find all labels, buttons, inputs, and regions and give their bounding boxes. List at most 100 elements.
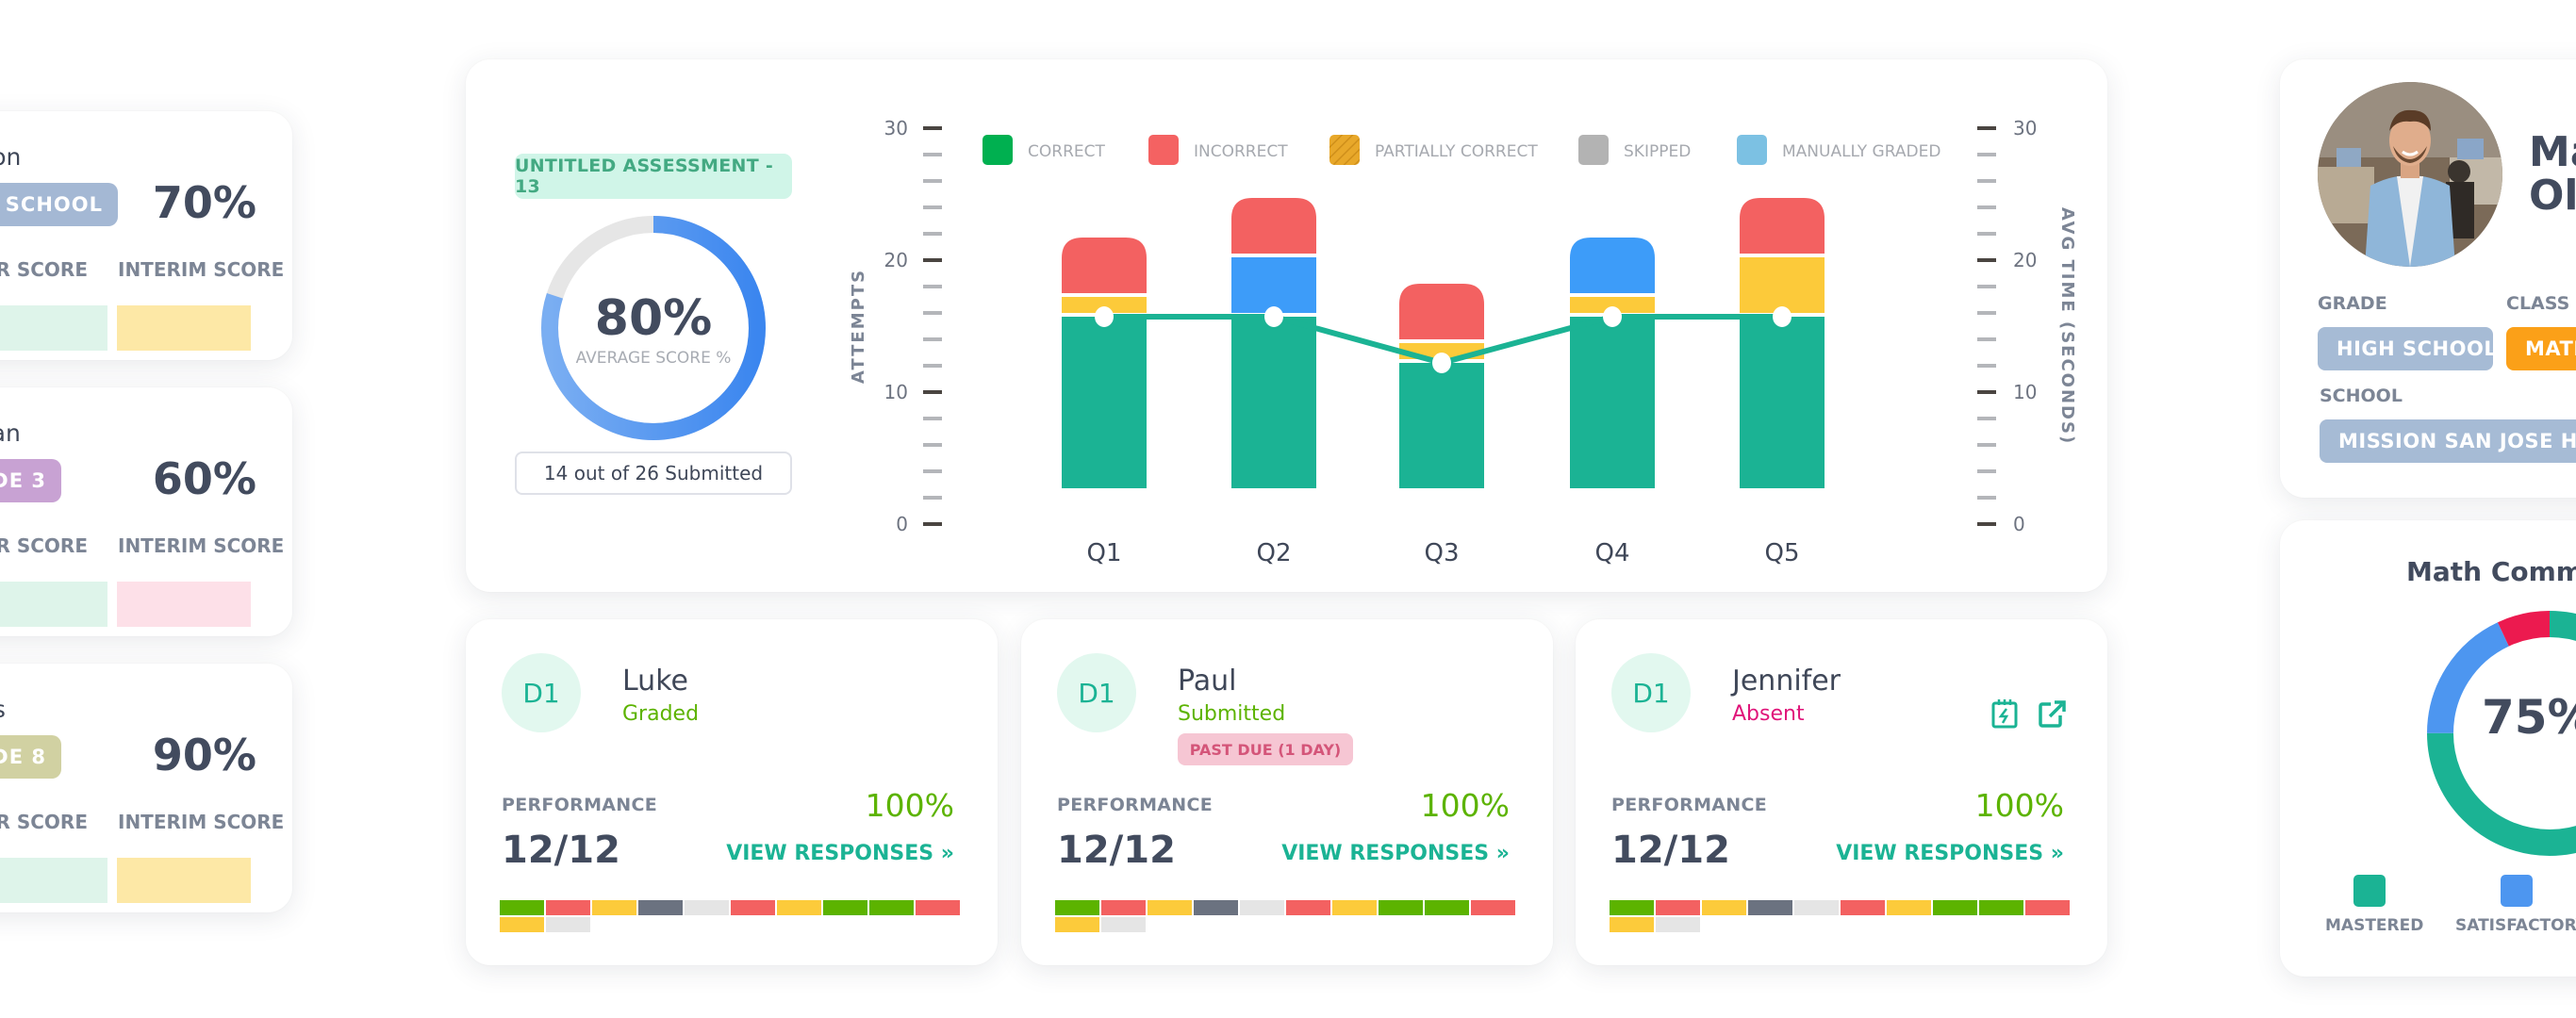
response-cell-partial[interactable] [777,900,821,915]
year-score-swatch [0,858,107,903]
year-score-label: AR SCORE [0,534,88,557]
avg-time-point [1773,306,1792,327]
student-status: Submitted [1178,702,1286,726]
bar-segment-incorrect [1062,238,1147,293]
response-cell-partial[interactable] [592,900,636,915]
response-cell-partial[interactable] [1148,900,1192,915]
response-cell-correct[interactable] [500,900,544,915]
mastery-percent: 75% [2482,690,2576,745]
response-cell-partial[interactable] [1610,917,1654,932]
avg-time-point [1264,306,1283,327]
external-link-icon[interactable] [2038,698,2066,729]
y2-axis-title: AVG TIME (SECONDS) [2057,207,2077,445]
response-cell-unanswered[interactable] [685,900,729,915]
y-tick-label: 0 [896,513,908,535]
submitted-count[interactable]: 14 out of 26 Submitted [515,452,792,495]
student-response-card[interactable]: D1 Paul Submitted PAST DUE (1 DAY) PERFORMAN… [1021,619,1553,965]
response-strip [500,900,962,932]
avg-time-point [1095,306,1114,327]
score-percent: 70% [152,177,256,228]
y-tick-label: 20 [884,249,908,271]
response-cell-unanswered[interactable] [1101,917,1146,932]
response-cell-unanswered[interactable] [546,917,590,932]
response-cell-partial[interactable] [1702,900,1746,915]
student-avatar: D1 [502,653,581,732]
response-cell-correct[interactable] [1979,900,2023,915]
score-fraction: 12/12 [1611,829,1730,872]
attendance-calendar-icon[interactable] [1990,698,2019,729]
response-cell-correct[interactable] [1425,900,1469,915]
legend-swatch-partially-correct [1329,135,1360,165]
response-cell-partial[interactable] [500,917,544,932]
view-responses-link[interactable]: VIEW RESPONSES » [1281,842,1510,865]
response-cell-correct[interactable] [1379,900,1423,915]
response-cell-unanswered[interactable] [1656,917,1700,932]
x-tick-label: Q5 [1764,539,1799,567]
score-percent: 60% [152,453,256,504]
response-cell-incorrect[interactable] [731,900,775,915]
legend-label-satisfactory: SATISFACTORY [2455,916,2576,935]
response-cell-skipped-dark[interactable] [1748,900,1792,915]
student-status: Graded [622,702,700,726]
score-percent: 90% [152,730,256,780]
response-cell-unanswered[interactable] [1794,900,1839,915]
class-pill[interactable]: MATH [2506,327,2576,370]
response-cell-correct[interactable] [1610,900,1654,915]
student-name: Paul [1178,665,1237,698]
teacher-last-name: Oli [2529,172,2576,220]
response-cell-incorrect[interactable] [1471,900,1515,915]
school-pill[interactable]: MISSION SAN JOSE HIGH [2320,419,2576,463]
response-cell-incorrect[interactable] [1101,900,1146,915]
response-cell-correct[interactable] [823,900,867,915]
y2-tick-label: 20 [2013,249,2037,271]
grade-pill[interactable]: HIGH SCHOOL [2318,327,2497,370]
performance-percent: 100% [1420,787,1510,824]
student-status: Absent [1732,702,1805,726]
legend-label: PARTIALLY CORRECT [1375,142,1538,161]
student-summary-card[interactable]: el Ferguson H SCHOOL 70% AR SCORE INTERI… [0,111,292,360]
legend-label: MANUALLY GRADED [1782,142,1940,161]
teacher-first-name: Ma [2529,128,2576,176]
response-cell-skipped-dark[interactable] [1194,900,1238,915]
response-cell-correct[interactable] [869,900,914,915]
y-tick-label: 30 [884,117,908,140]
response-cell-incorrect[interactable] [1841,900,1885,915]
average-score-donut: 80% AVERAGE SCORE % [536,210,771,446]
performance-percent: 100% [865,787,954,824]
assessment-title-tag[interactable]: UNTITLED ASSESSMENT - 13 [515,154,792,199]
legend-swatch-incorrect [1148,135,1179,165]
student-response-card[interactable]: D1 Luke Graded PERFORMANCE 100% 12/12 VIEW RES… [466,619,998,965]
view-responses-link[interactable]: VIEW RESPONSES » [1836,842,2064,865]
view-responses-link[interactable]: VIEW RESPONSES » [726,842,954,865]
response-cell-correct[interactable] [1933,900,1977,915]
student-avatar: D1 [1611,653,1691,732]
response-cell-incorrect[interactable] [546,900,590,915]
response-cell-unanswered[interactable] [1240,900,1284,915]
average-score-label: AVERAGE SCORE % [575,349,732,368]
student-name: el Ferguson [0,143,22,171]
score-fraction: 12/12 [502,829,620,872]
response-cell-partial[interactable] [1332,900,1377,915]
class-label: CLASS [2506,293,2570,314]
legend-label: INCORRECT [1194,142,1288,161]
response-cell-incorrect[interactable] [1656,900,1700,915]
response-cell-partial[interactable] [1887,900,1931,915]
grade-badge: H SCHOOL [0,183,118,226]
bar-segment-correct [1062,317,1147,488]
bar-segment-manually-graded [1231,257,1316,313]
grade-badge: DE 3 [0,459,61,502]
response-cell-skipped-dark[interactable] [638,900,683,915]
year-score-label: AR SCORE [0,811,88,833]
student-summary-card[interactable]: a Williams DE 8 90% AR SCORE INTERIM SCO… [0,664,292,912]
legend-swatch-satisfactory [2501,875,2533,907]
student-summary-card[interactable]: n Chapman DE 3 60% AR SCORE INTERIM SCOR… [0,387,292,636]
student-response-card[interactable]: D1 Jennifer Absent PERFORMANCE 100% 12/12 VIE… [1576,619,2107,965]
response-cell-partial[interactable] [1055,917,1099,932]
response-cell-incorrect[interactable] [1286,900,1330,915]
response-cell-correct[interactable] [1055,900,1099,915]
attempts-chart: 0 0 10 10 20 20 30 30 ATTEMPTS AVG TIME (SECONDS)… [849,117,2077,567]
response-cell-incorrect[interactable] [2025,900,2070,915]
response-strip [1610,900,2072,932]
teacher-name: Ma Oli [2529,131,2576,218]
response-cell-incorrect[interactable] [916,900,960,915]
